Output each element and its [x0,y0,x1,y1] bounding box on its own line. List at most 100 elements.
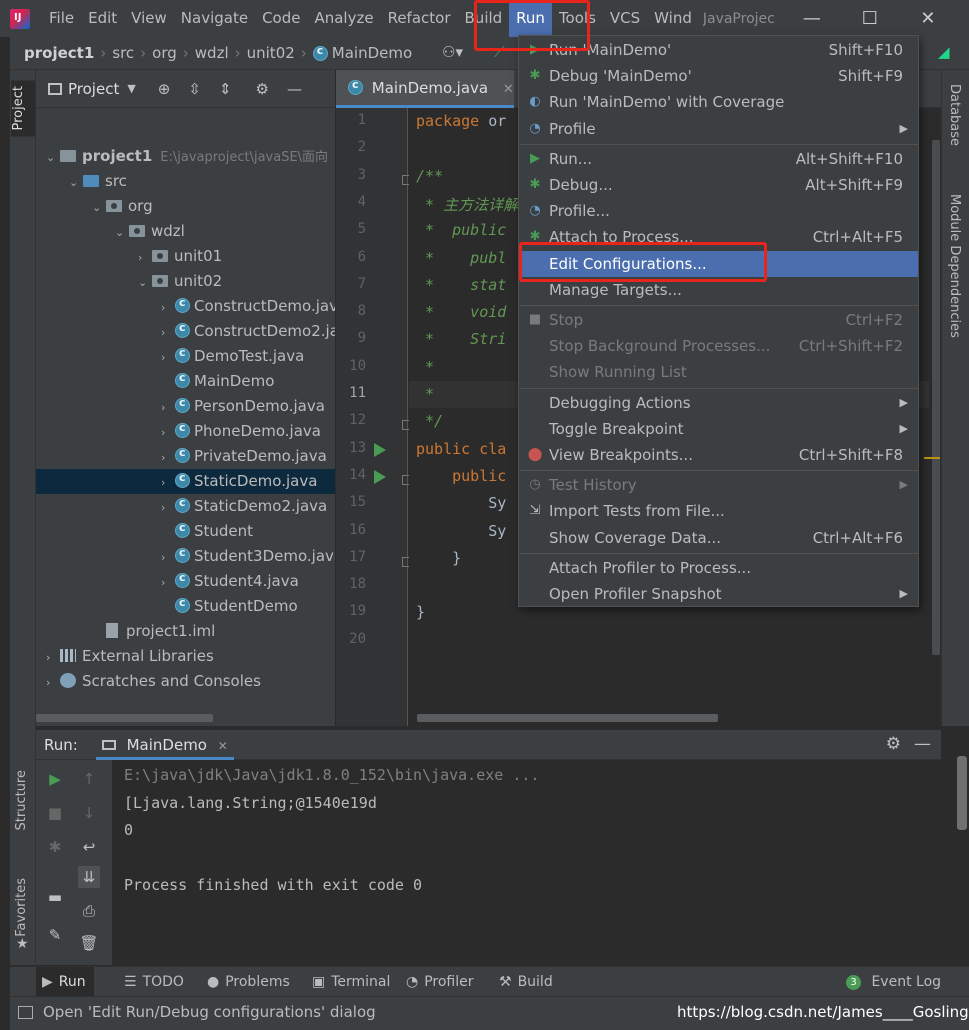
trash-icon[interactable]: 🗑 [78,932,100,954]
close-tab-icon[interactable]: ✕ [503,82,514,97]
tree-item-privatedemo-java[interactable]: › PrivateDemo.java [36,444,335,469]
user-icon[interactable]: ⚇▾ [442,43,463,61]
breadcrumb-org[interactable]: org [152,44,177,62]
print-icon[interactable]: ⎙ [78,900,100,922]
bottom-tab-profiler[interactable]: ◔ Profiler [400,967,482,997]
breadcrumb-unit02[interactable]: unit02 [247,44,295,62]
menu-edit[interactable]: Edit [81,0,124,37]
tree-item-project1[interactable]: ⌄ project1 E:\javaproject\javaSE\面向 [36,144,335,169]
tree-item-constructdemo-java[interactable]: › ConstructDemo.java [36,294,335,319]
soft-wrap-icon[interactable]: ↩ [78,836,100,858]
editor-horizontal-scrollbar[interactable] [417,714,718,722]
menu-item-run[interactable]: ▶ Run... Alt+Shift+F10 [519,146,918,172]
tree-item-demotest-java[interactable]: › DemoTest.java [36,344,335,369]
scroll-to-end-icon[interactable]: ⇊ [78,866,100,888]
menu-file[interactable]: File [42,0,81,37]
chevron-right-icon[interactable]: › [161,320,175,344]
menu-navigate[interactable]: Navigate [174,0,255,37]
bottom-tab-run[interactable]: ▶ Run [36,967,94,997]
menu-vcs[interactable]: VCS [603,0,647,37]
favorites-tool-tab[interactable]: Favorites [14,878,29,937]
maximize-button[interactable]: ☐ [841,0,899,37]
breadcrumb-maindemo[interactable]: MainDemo [332,44,412,62]
tree-item-maindemo[interactable]: MainDemo [36,369,335,394]
chevron-right-icon[interactable]: › [161,295,175,319]
toggle-tool-windows-icon[interactable] [18,1006,33,1019]
menu-code[interactable]: Code [255,0,307,37]
tree-item-student3demo-java[interactable]: › Student3Demo.java [36,544,335,569]
stop-icon[interactable]: ■ [44,802,66,824]
tree-item-staticdemo2-java[interactable]: › StaticDemo2.java [36,494,335,519]
tree-item-unit02[interactable]: ⌄ unit02 [36,269,335,294]
project-tree-scrollbar[interactable] [36,714,213,722]
gear-icon[interactable]: ⚙ [886,734,901,754]
tree-item-org[interactable]: ⌄ org [36,194,335,219]
tree-item-phonedemo-java[interactable]: › PhoneDemo.java [36,419,335,444]
chevron-right-icon[interactable]: › [46,670,60,694]
scroll-down-icon[interactable]: ↓ [78,802,100,824]
chevron-right-icon[interactable]: › [161,545,175,569]
layout-icon[interactable]: ▬ [44,886,66,908]
menu-item-run-maindemo-with-coverage[interactable]: ◐ Run 'MainDemo' with Coverage [519,89,918,115]
pin-icon[interactable]: ✎ [44,924,66,946]
warning-marker[interactable] [924,457,940,459]
tree-item-persondemo-java[interactable]: › PersonDemo.java [36,394,335,419]
run-gutter-icon[interactable] [374,469,386,484]
tree-item-project1-iml[interactable]: project1.iml [36,619,335,644]
tree-item-staticdemo-java[interactable]: › StaticDemo.java [36,469,335,494]
chevron-right-icon[interactable]: › [161,570,175,594]
bottom-tab-build[interactable]: ⚒ Build [493,967,561,997]
menu-item-debug[interactable]: ✱ Debug... Alt+Shift+F9 [519,172,918,198]
menu-analyze[interactable]: Analyze [307,0,380,37]
run-tab-maindemo[interactable]: MainDemo ✕ [95,730,234,760]
module-dependencies-tool-tab[interactable]: Module Dependencies [947,194,962,338]
menu-item-toggle-breakpoint[interactable]: Toggle Breakpoint ▶ [519,416,918,442]
console-scrollbar[interactable] [957,756,967,830]
menu-item-test-history[interactable]: ◷ Test History ▶ [519,472,918,498]
bottom-tab-todo[interactable]: ☰ TODO [118,967,192,997]
rerun-icon[interactable]: ▶ [44,768,66,790]
expand-all-icon[interactable]: ⇳ [188,80,201,98]
tree-item-src[interactable]: ⌄ src [36,169,335,194]
menu-item-import-tests-from-file[interactable]: ⇲ Import Tests from File... [519,498,918,524]
structure-tool-tab[interactable]: Structure [14,770,29,830]
console-output[interactable]: E:\java\jdk\Java\jdk1.8.0_152\bin\java.e… [112,760,941,965]
hide-panel-icon[interactable]: — [914,734,931,754]
gear-icon[interactable]: ⚙ [256,80,269,98]
menu-wind[interactable]: Wind [647,0,699,37]
chevron-right-icon[interactable]: › [46,645,60,669]
tree-item-external-libraries[interactable]: › External Libraries [36,644,335,669]
chevron-right-icon[interactable]: › [161,395,175,419]
chevron-right-icon[interactable]: › [138,245,152,269]
chevron-right-icon[interactable]: › [161,495,175,519]
menu-item-attach-profiler-to-process[interactable]: Attach Profiler to Process... [519,555,918,581]
chevron-down-icon[interactable]: ⌄ [138,270,152,294]
run-gutter-icon[interactable] [374,442,386,457]
breadcrumb-src[interactable]: src [112,44,134,62]
chevron-down-icon[interactable]: ⌄ [69,170,83,194]
project-tool-tab[interactable]: Project [11,80,35,137]
editor-tab-maindemo[interactable]: MainDemo.java ✕ [336,70,514,108]
menu-refactor[interactable]: Refactor [381,0,458,37]
editor-vertical-scrollbar[interactable] [932,140,940,655]
menu-item-stop[interactable]: ■ Stop Ctrl+F2 [519,307,918,333]
chevron-down-icon[interactable]: ⌄ [92,195,106,219]
tree-item-studentdemo[interactable]: StudentDemo [36,594,335,619]
menu-item-profile[interactable]: ◔ Profile ▶ [519,116,918,142]
toolbox-icon[interactable]: ◢ [938,43,950,61]
menu-item-view-breakpoints[interactable]: ⬤ View Breakpoints... Ctrl+Shift+F8 [519,442,918,468]
tree-item-student[interactable]: Student [36,519,335,544]
bottom-tab-problems[interactable]: ● Problems [201,967,298,997]
tree-item-scratches-and-consoles[interactable]: › Scratches and Consoles [36,669,335,694]
minimize-button[interactable]: — [783,0,841,37]
tree-item-student4-java[interactable]: › Student4.java [36,569,335,594]
tree-item-constructdemo2-java[interactable]: › ConstructDemo2.java [36,319,335,344]
menu-view[interactable]: View [124,0,174,37]
menu-item-stop-background-processes[interactable]: Stop Background Processes... Ctrl+Shift+F… [519,333,918,359]
menu-item-profile[interactable]: ◔ Profile... [519,198,918,224]
tree-item-unit01[interactable]: › unit01 [36,244,335,269]
chevron-right-icon[interactable]: › [161,445,175,469]
close-run-tab-icon[interactable]: ✕ [218,739,228,753]
database-tool-tab[interactable]: Database [947,84,962,146]
debug-icon[interactable]: ✱ [44,836,66,858]
